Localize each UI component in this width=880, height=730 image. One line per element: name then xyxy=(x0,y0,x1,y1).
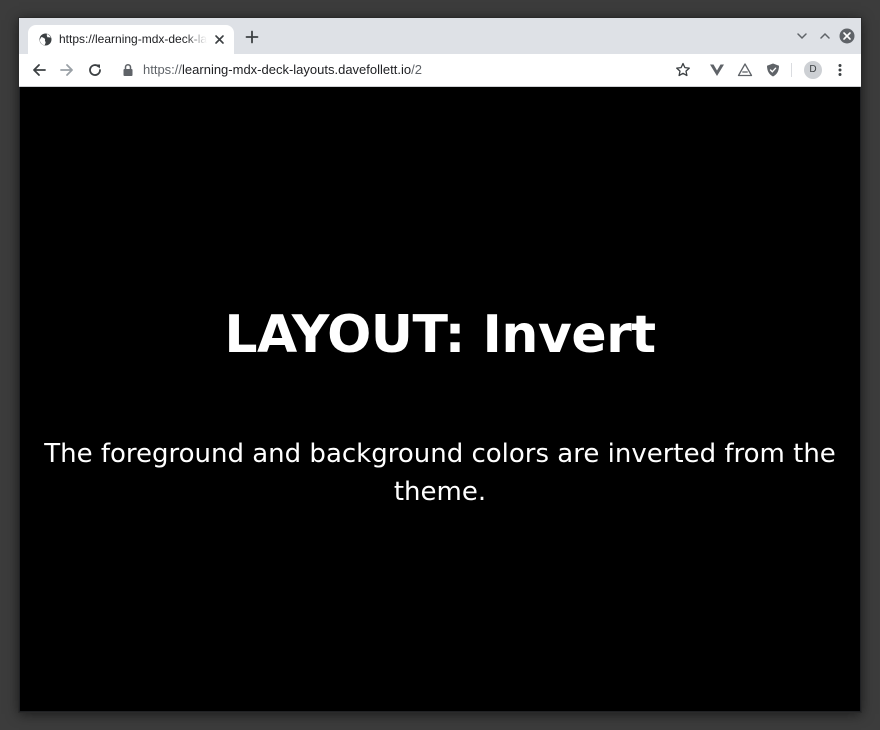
maximize-icon[interactable] xyxy=(818,29,832,43)
close-window-icon[interactable] xyxy=(839,28,855,44)
profile-avatar[interactable]: D xyxy=(804,61,822,79)
forward-icon[interactable] xyxy=(59,62,75,78)
globe-icon xyxy=(39,33,52,46)
bookmark-star-icon[interactable] xyxy=(675,62,691,78)
url-scheme: https:// xyxy=(143,62,183,77)
browser-window: https://learning-mdx-deck-layouts.davefo… xyxy=(19,18,861,712)
toolbar-divider xyxy=(791,63,792,77)
drive-extension-icon[interactable] xyxy=(737,62,753,78)
minimize-icon[interactable] xyxy=(795,29,809,43)
tab-active[interactable]: https://learning-mdx-deck-layouts.davefo… xyxy=(28,25,234,54)
address-bar[interactable]: https://learning-mdx-deck-layouts.davefo… xyxy=(143,62,422,77)
kebab-menu-icon[interactable] xyxy=(832,62,848,78)
tab-title: https://learning-mdx-deck-layouts.davefo… xyxy=(59,32,207,46)
url-host: learning-mdx-deck-layouts.davefollett.io xyxy=(182,62,412,77)
vue-devtools-icon[interactable] xyxy=(709,62,725,78)
shield-extension-icon[interactable] xyxy=(765,62,781,78)
new-tab-icon[interactable] xyxy=(245,30,259,44)
back-icon[interactable] xyxy=(31,62,47,78)
close-tab-icon[interactable] xyxy=(213,33,226,46)
tab-strip: https://learning-mdx-deck-layouts.davefo… xyxy=(19,18,861,54)
browser-toolbar: https://learning-mdx-deck-layouts.davefo… xyxy=(19,54,861,87)
slide-title: LAYOUT: Invert xyxy=(224,305,656,365)
slide-viewport[interactable]: LAYOUT: Invert The foreground and backgr… xyxy=(20,87,860,711)
reload-icon[interactable] xyxy=(87,62,103,78)
lock-icon[interactable] xyxy=(122,63,134,77)
url-path: /2 xyxy=(411,62,422,77)
slide-body-text: The foreground and background colors are… xyxy=(44,439,836,507)
